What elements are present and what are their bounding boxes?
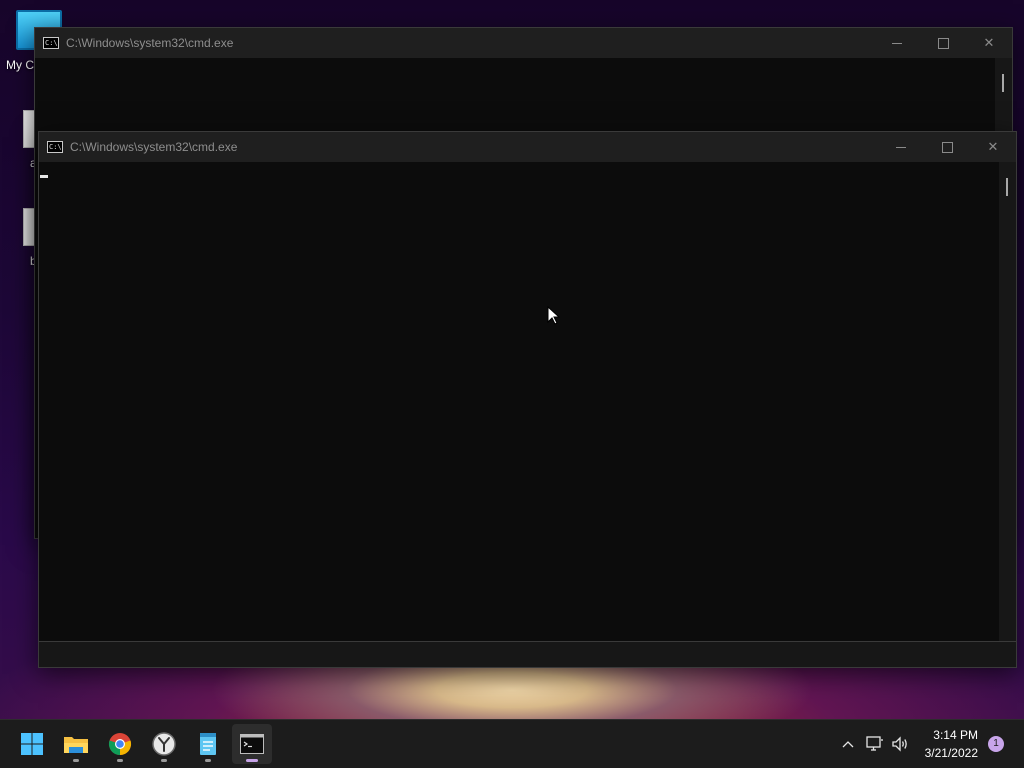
close-button[interactable]: ✕: [970, 132, 1016, 162]
vertical-scrollbar[interactable]: [999, 162, 1016, 642]
chevron-up-icon: [842, 741, 854, 748]
windows-logo-icon: [21, 733, 43, 755]
speaker-icon: [892, 736, 907, 752]
start-button[interactable]: [12, 724, 52, 764]
close-icon: ✕: [987, 139, 999, 155]
clock-date: 3/21/2022: [924, 746, 978, 760]
show-hidden-icons-button[interactable]: [837, 732, 859, 756]
minimize-button[interactable]: [878, 132, 924, 162]
taskbar-clock-app[interactable]: [144, 724, 184, 764]
network-button[interactable]: [864, 732, 886, 756]
command-prompt-icon: [240, 734, 264, 754]
window-title: C:\Windows\system32\cmd.exe: [70, 140, 238, 154]
taskbar-chrome[interactable]: [100, 724, 140, 764]
chrome-icon: [108, 733, 132, 756]
cmd-app-icon: C:\: [43, 37, 59, 49]
notepad-icon: [200, 733, 216, 755]
window-titlebar[interactable]: C:\ C:\Windows\system32\cmd.exe ✕: [39, 132, 1016, 162]
maximize-icon: [937, 37, 949, 49]
clock-app-icon: [152, 732, 176, 756]
taskbar: 3:14 PM 3/21/2022 1: [0, 719, 1024, 768]
running-indicator: [73, 759, 79, 762]
window-titlebar[interactable]: C:\ C:\Windows\system32\cmd.exe ✕: [35, 28, 1012, 58]
mouse-pointer-icon: [547, 306, 561, 325]
minimize-icon: [892, 42, 902, 44]
window-controls: ✕: [874, 28, 1012, 58]
notification-badge[interactable]: 1: [988, 736, 1004, 752]
taskbar-file-explorer[interactable]: [56, 724, 96, 764]
file-explorer-icon: [64, 737, 88, 753]
close-button[interactable]: ✕: [966, 28, 1012, 58]
cmd-window-front[interactable]: C:\ C:\Windows\system32\cmd.exe ✕: [38, 131, 1017, 668]
minimize-icon: [896, 146, 906, 148]
maximize-button[interactable]: [924, 132, 970, 162]
taskbar-command-prompt[interactable]: [232, 724, 272, 764]
running-indicator: [205, 759, 211, 762]
clock-button[interactable]: 3:14 PM 3/21/2022: [916, 726, 978, 762]
running-indicator: [246, 759, 258, 762]
running-indicator: [161, 759, 167, 762]
maximize-button[interactable]: [920, 28, 966, 58]
running-indicator: [117, 759, 123, 762]
scrollbar-thumb[interactable]: [1006, 178, 1008, 196]
console-output[interactable]: [39, 162, 999, 642]
close-icon: ✕: [983, 35, 995, 51]
volume-button[interactable]: [889, 732, 911, 756]
minimize-button[interactable]: [874, 28, 920, 58]
text-cursor: [40, 175, 48, 178]
scrollbar-thumb[interactable]: [1002, 74, 1004, 92]
taskbar-notepad[interactable]: [188, 724, 228, 764]
cmd-app-icon: C:\: [47, 141, 63, 153]
desktop: My Co a b C:\ C:\Windows\system32\cmd.ex…: [0, 0, 1024, 768]
window-controls: ✕: [878, 132, 1016, 162]
maximize-icon: [941, 141, 953, 153]
horizontal-scrollbar[interactable]: [39, 641, 1016, 667]
network-icon: [866, 736, 883, 751]
clock-time: 3:14 PM: [933, 728, 978, 742]
window-title: C:\Windows\system32\cmd.exe: [66, 36, 234, 50]
